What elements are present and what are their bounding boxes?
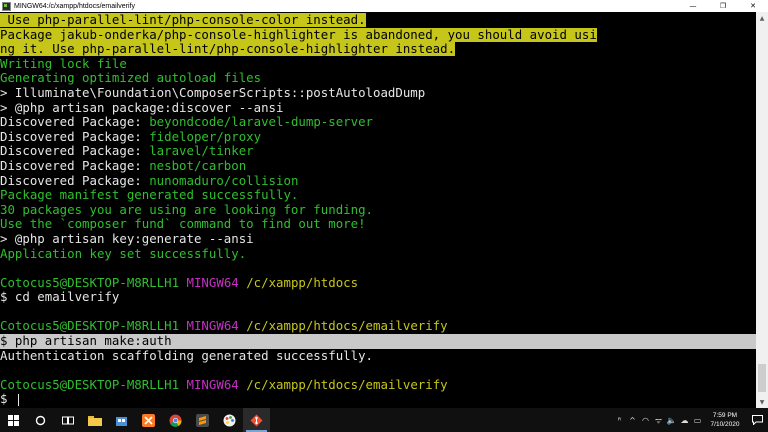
scroll-down-icon[interactable]: ▼ [756, 396, 768, 408]
taskbar-git-bash[interactable] [243, 408, 270, 432]
package-name: laravel/tinker [149, 144, 254, 159]
prompt-shell: MINGW64 [186, 377, 239, 392]
terminal-line: ng it. Use php-parallel-lint/php-console… [0, 42, 456, 57]
scroll-up-icon[interactable]: ▲ [756, 12, 768, 24]
shell-prompt: Cotocus5@DESKTOP-M8RLLH1 MINGW64 /c/xamp… [0, 319, 756, 334]
wifi-icon[interactable]: ᯤ [652, 408, 665, 432]
search-circle-icon [35, 415, 46, 425]
package-name: beyondcode/laravel-dump-server [149, 115, 373, 130]
prompt-shell: MINGW64 [186, 319, 239, 334]
terminal-line: Package manifest generated successfully. [0, 188, 299, 203]
clock-date: 7/10/2020 [710, 421, 740, 428]
onedrive-cloud-icon[interactable]: ☁ [678, 408, 691, 432]
xampp-icon [142, 413, 155, 427]
terminal-line: Use the `composer fund` command to find … [0, 217, 366, 232]
terminal-line: Discovered Package: fideloper/proxy [0, 130, 756, 145]
mingw-app-icon[interactable] [2, 1, 11, 11]
task-view-icon [61, 416, 74, 424]
search-button[interactable] [27, 408, 54, 432]
scroll-thumb[interactable] [758, 364, 766, 392]
person-icon[interactable]: ᴿ [613, 408, 626, 432]
command-input-line[interactable]: $ [0, 392, 756, 407]
prompt-user: Cotocus5@DESKTOP-M8RLLH1 [0, 377, 180, 392]
folder-icon [87, 415, 102, 426]
taskbar-chrome[interactable] [162, 408, 189, 432]
notification-icon [751, 415, 763, 425]
terminal-line: Discovered Package: nesbot/carbon [0, 159, 756, 174]
prompt-user: Cotocus5@DESKTOP-M8RLLH1 [0, 319, 180, 334]
taskbar-file-explorer[interactable] [81, 408, 108, 432]
clock-time: 7:59 PM [712, 412, 738, 419]
volume-icon[interactable]: 🔈 [665, 408, 678, 432]
close-button[interactable]: ✕ [738, 0, 768, 12]
terminal-line: Discovered Package: laravel/tinker [0, 144, 756, 159]
prompt-shell: MINGW64 [186, 275, 239, 290]
windows-logo-icon [8, 414, 19, 426]
terminal-command: $ cd emailverify [0, 290, 120, 305]
package-name: nesbot/carbon [149, 158, 247, 173]
terminal-line: Discovered Package: nunomaduro/collision [0, 174, 756, 189]
task-view-button[interactable] [54, 408, 81, 432]
taskbar-xampp[interactable] [135, 408, 162, 432]
vertical-scrollbar[interactable]: ▲ ▼ [756, 12, 768, 408]
system-tray: ᴿ ^ ◠ ᯤ 🔈 ☁ ▭ 7:59 PM 7/10/2020 [613, 408, 768, 432]
chrome-icon [169, 414, 182, 427]
terminal-output[interactable]: Use php-parallel-lint/php-console-color … [0, 12, 756, 408]
terminal-line: Application key set successfully. [0, 246, 247, 261]
taskbar-store[interactable] [108, 408, 135, 432]
prompt-user: Cotocus5@DESKTOP-M8RLLH1 [0, 275, 180, 290]
taskbar-paint[interactable] [216, 408, 243, 432]
discovered-label: Discovered Package: [0, 173, 150, 188]
terminal-line: > @php artisan package:discover --ansi [0, 100, 284, 115]
prompt-path: /c/xampp/htdocs [246, 275, 359, 290]
terminal-line: Discovered Package: beyondcode/laravel-d… [0, 115, 756, 130]
discovered-label: Discovered Package: [0, 129, 150, 144]
terminal-line: Use php-parallel-lint/php-console-color … [0, 13, 366, 27]
sublime-text-icon [196, 413, 209, 427]
terminal-line: Package jakub-onderka/php-console-highli… [0, 27, 597, 42]
paint-palette-icon [223, 414, 236, 426]
shell-prompt: Cotocus5@DESKTOP-M8RLLH1 MINGW64 /c/xamp… [0, 378, 756, 393]
chevron-up-icon[interactable]: ^ [626, 408, 639, 432]
action-center-button[interactable] [746, 408, 768, 432]
package-name: nunomaduro/collision [149, 173, 299, 188]
windows-taskbar: ᴿ ^ ◠ ᯤ 🔈 ☁ ▭ 7:59 PM 7/10/2020 [0, 408, 768, 432]
maximize-button[interactable]: ❐ [708, 0, 738, 12]
discovered-label: Discovered Package: [0, 115, 150, 130]
start-button[interactable] [0, 408, 27, 432]
terminal-line: > @php artisan key:generate --ansi [0, 231, 254, 246]
discovered-label: Discovered Package: [0, 144, 150, 159]
minimize-button[interactable]: — [678, 0, 708, 12]
keyboard-icon[interactable]: ▭ [691, 408, 704, 432]
title-bar[interactable]: MINGW64:/c/xampp/htdocs/emailverify — ❐ … [0, 0, 768, 12]
network-icon[interactable]: ◠ [639, 408, 652, 432]
prompt-path: /c/xampp/htdocs/emailverify [246, 319, 448, 334]
shell-prompt: Cotocus5@DESKTOP-M8RLLH1 MINGW64 /c/xamp… [0, 276, 756, 291]
window-title: MINGW64:/c/xampp/htdocs/emailverify [14, 2, 135, 10]
selected-command-line[interactable]: $ php artisan make:auth [0, 334, 756, 349]
prompt-dollar: $ [0, 392, 15, 407]
terminal-line: > Illuminate\Foundation\ComposerScripts:… [0, 85, 426, 100]
window-controls: — ❐ ✕ [678, 0, 768, 12]
text-cursor [17, 393, 19, 406]
terminal-line: Writing lock file [0, 56, 127, 71]
taskbar-clock[interactable]: 7:59 PM 7/10/2020 [704, 411, 746, 429]
discovered-label: Discovered Package: [0, 158, 150, 173]
git-bash-icon [250, 414, 263, 426]
package-name: fideloper/proxy [149, 129, 262, 144]
taskbar-sublime-text[interactable] [189, 408, 216, 432]
terminal-line: Generating optimized autoload files [0, 71, 262, 86]
prompt-path: /c/xampp/htdocs/emailverify [246, 377, 448, 392]
terminal-line: 30 packages you are using are looking fo… [0, 202, 373, 217]
terminal-line: Authentication scaffolding generated suc… [0, 348, 373, 363]
store-bag-icon [116, 417, 127, 426]
